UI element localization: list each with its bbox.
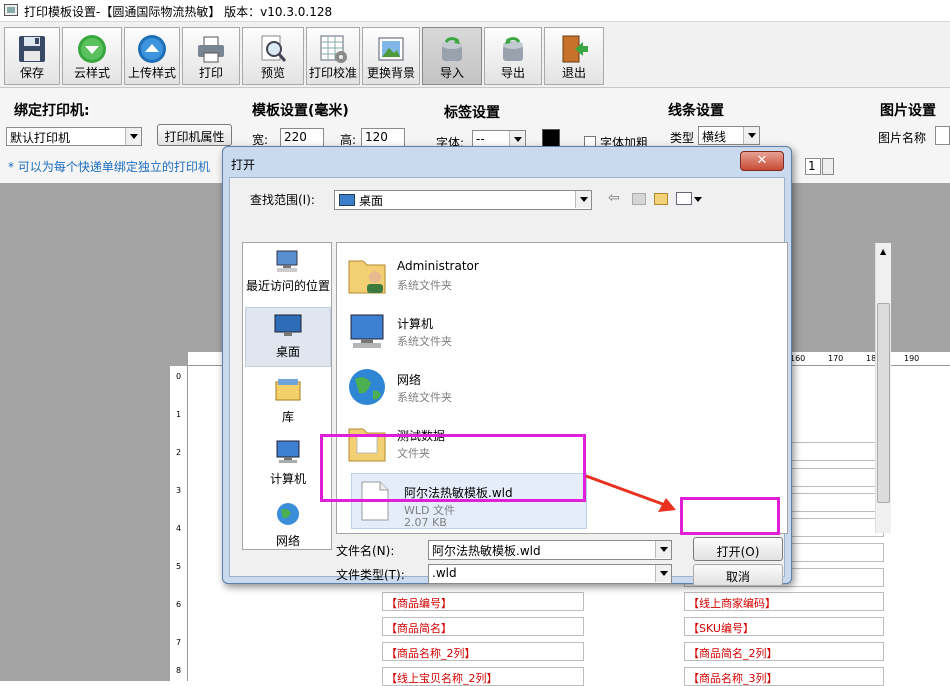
exit-door-icon <box>562 35 588 63</box>
image-name-input[interactable] <box>935 126 950 145</box>
line-type-select[interactable]: 横线 <box>698 126 760 145</box>
scroll-thumb[interactable] <box>877 303 890 503</box>
desktop-icon <box>339 194 355 206</box>
preview-button[interactable]: 预览 <box>242 27 304 85</box>
chevron-down-icon[interactable] <box>694 197 702 202</box>
recent-places-icon <box>276 250 298 272</box>
lookin-label: 查找范围(I): <box>250 193 315 207</box>
title-bar: 打印模板设置-【圆通国际物流热敏】 版本：v10.3.0.128 <box>0 0 950 22</box>
canvas-field[interactable]: 【商品名称_3列】 <box>684 667 884 686</box>
printer-heading: 绑定打印机: <box>14 103 90 119</box>
close-button[interactable]: ✕ <box>740 151 784 171</box>
place-desktop[interactable]: 桌面 <box>245 307 331 367</box>
font-color-swatch[interactable] <box>542 129 560 147</box>
filetype-select[interactable]: .wld <box>428 564 672 584</box>
user-folder-icon <box>348 260 386 294</box>
export-button[interactable]: 导出 <box>484 27 542 85</box>
floppy-disk-icon <box>19 36 45 62</box>
canvas-field[interactable]: 【商品简名】 <box>382 617 584 636</box>
network-globe-icon <box>349 369 385 405</box>
chevron-down-icon <box>575 191 591 208</box>
place-network[interactable]: 网络 <box>245 497 331 549</box>
dialog-title: 打开 <box>231 158 256 172</box>
computer-icon <box>350 314 384 348</box>
filename-label: 文件名(N): <box>336 544 395 558</box>
cloud-download-icon <box>78 35 106 63</box>
background-image-icon <box>378 37 404 61</box>
printer-properties-button[interactable]: 打印机属性 <box>157 124 232 146</box>
line-width-spinner[interactable] <box>822 158 834 175</box>
width-input[interactable]: 220 <box>280 128 324 147</box>
arrow-annotation <box>585 474 676 512</box>
chevron-down-icon <box>655 541 671 558</box>
printer-icon <box>198 36 224 63</box>
magnifier-icon <box>261 35 287 62</box>
save-button[interactable]: 保存 <box>4 27 60 85</box>
image-name-label: 图片名称 <box>878 131 927 145</box>
calibrate-icon <box>320 35 347 63</box>
canvas-field[interactable]: 【商品编号】 <box>382 592 584 611</box>
change-background-button[interactable]: 更换背景 <box>362 27 420 85</box>
chevron-down-icon <box>125 128 141 145</box>
filename-input[interactable]: 阿尔法热敏模板.wld <box>428 540 672 560</box>
filetype-label: 文件类型(T): <box>336 568 405 582</box>
upload-style-button[interactable]: 上传样式 <box>124 27 180 85</box>
back-icon[interactable]: ⇦ <box>608 190 620 206</box>
cancel-button[interactable]: 取消 <box>693 564 783 586</box>
toolbar: 保存 云样式 上传样式 打印 预览 打印校准 更换背景 导入 导出 退出 <box>0 22 950 88</box>
file-item[interactable]: 计算机 系统文件夹 <box>345 305 705 357</box>
up-folder-icon[interactable] <box>632 193 646 205</box>
places-bar: 最近访问的位置 桌面 库 计算机 网络 <box>242 242 332 550</box>
place-library[interactable]: 库 <box>245 373 331 429</box>
upload-icon <box>138 35 166 63</box>
canvas-field[interactable]: 【线上商家编码】 <box>684 592 884 611</box>
library-icon <box>275 379 301 401</box>
print-calibrate-button[interactable]: 打印校准 <box>306 27 360 85</box>
vertical-scrollbar[interactable]: ▲ <box>875 243 891 533</box>
import-button[interactable]: 导入 <box>422 27 482 85</box>
left-ruler: 0 1 2 3 4 5 6 7 8 <box>170 366 188 681</box>
canvas-field[interactable]: 【商品名称_2列】 <box>382 642 584 661</box>
print-button[interactable]: 打印 <box>182 27 240 85</box>
printer-select[interactable]: 默认打印机 <box>6 127 142 146</box>
view-menu-icon[interactable] <box>676 192 692 205</box>
open-button[interactable]: 打开(O) <box>693 537 783 561</box>
canvas-field[interactable]: 【商品简名_2列】 <box>684 642 884 661</box>
line-width-input[interactable]: 1 <box>805 158 821 175</box>
height-input[interactable]: 120 <box>361 128 405 147</box>
chevron-down-icon <box>743 127 759 144</box>
app-icon <box>4 4 18 16</box>
file-item[interactable]: Administrator 系统文件夹 <box>345 249 705 301</box>
window-title: 打印模板设置-【圆通国际物流热敏】 版本：v10.3.0.128 <box>24 5 333 19</box>
label-heading: 标签设置 <box>444 105 500 121</box>
import-icon <box>442 37 462 61</box>
chevron-down-icon <box>655 565 671 582</box>
network-icon <box>277 503 299 525</box>
line-type-label: 类型 <box>670 131 695 145</box>
desktop-icon <box>274 314 302 336</box>
computer-icon <box>276 440 300 463</box>
scroll-up-icon[interactable]: ▲ <box>880 247 886 256</box>
printer-hint: * 可以为每个快递单绑定独立的打印机 <box>8 160 210 174</box>
new-folder-icon[interactable] <box>654 193 668 205</box>
line-heading: 线条设置 <box>668 103 724 119</box>
canvas-field[interactable]: 【SKU编号】 <box>684 617 884 636</box>
image-heading: 图片设置 <box>880 103 936 119</box>
canvas-field[interactable]: 【线上宝贝名称_2列】 <box>382 667 584 686</box>
place-recent[interactable]: 最近访问的位置 <box>245 245 331 301</box>
open-button-highlight-box <box>680 497 780 535</box>
cloud-style-button[interactable]: 云样式 <box>62 27 122 85</box>
template-heading: 模板设置(毫米) <box>252 103 349 119</box>
export-icon <box>503 37 523 61</box>
file-item[interactable]: 网络 系统文件夹 <box>345 361 705 413</box>
exit-button[interactable]: 退出 <box>544 27 604 85</box>
file-highlight-box <box>320 434 586 502</box>
lookin-select[interactable]: 桌面 <box>334 190 592 210</box>
close-icon: ✕ <box>756 153 768 168</box>
place-computer[interactable]: 计算机 <box>245 435 331 491</box>
